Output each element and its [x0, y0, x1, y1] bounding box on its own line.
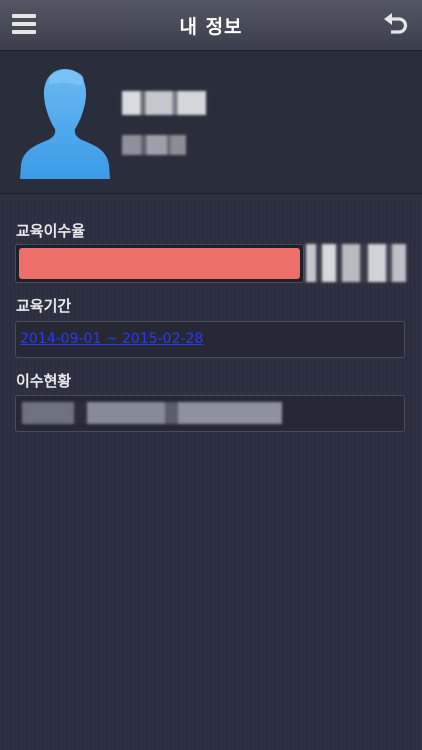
- profile-name: [122, 91, 206, 115]
- education-rate-label: 교육이수율: [16, 222, 86, 240]
- education-period-field: 2014-09-01 ~ 2015-02-28: [15, 321, 405, 358]
- education-rate-progress-bar: [15, 244, 304, 283]
- completion-status-value: [22, 402, 282, 424]
- education-period-link[interactable]: 2014-09-01 ~ 2015-02-28: [20, 331, 203, 347]
- education-rate-progress-fill: [19, 248, 300, 279]
- education-period-label: 교육기간: [16, 297, 72, 315]
- profile-section: [0, 51, 422, 194]
- education-rate-value: [306, 244, 406, 282]
- user-silhouette-icon: [19, 65, 111, 179]
- profile-subtitle: [122, 135, 186, 155]
- page-title: 내 정보: [179, 16, 243, 38]
- top-navigation-bar: 내 정보: [0, 0, 422, 51]
- completion-status-label: 이수현황: [16, 372, 72, 390]
- app-screen: 내 정보 교육이수율 교육기간 2014-09-01 ~ 2015-02-28 …: [0, 0, 422, 750]
- return-arrow-icon[interactable]: [381, 12, 411, 38]
